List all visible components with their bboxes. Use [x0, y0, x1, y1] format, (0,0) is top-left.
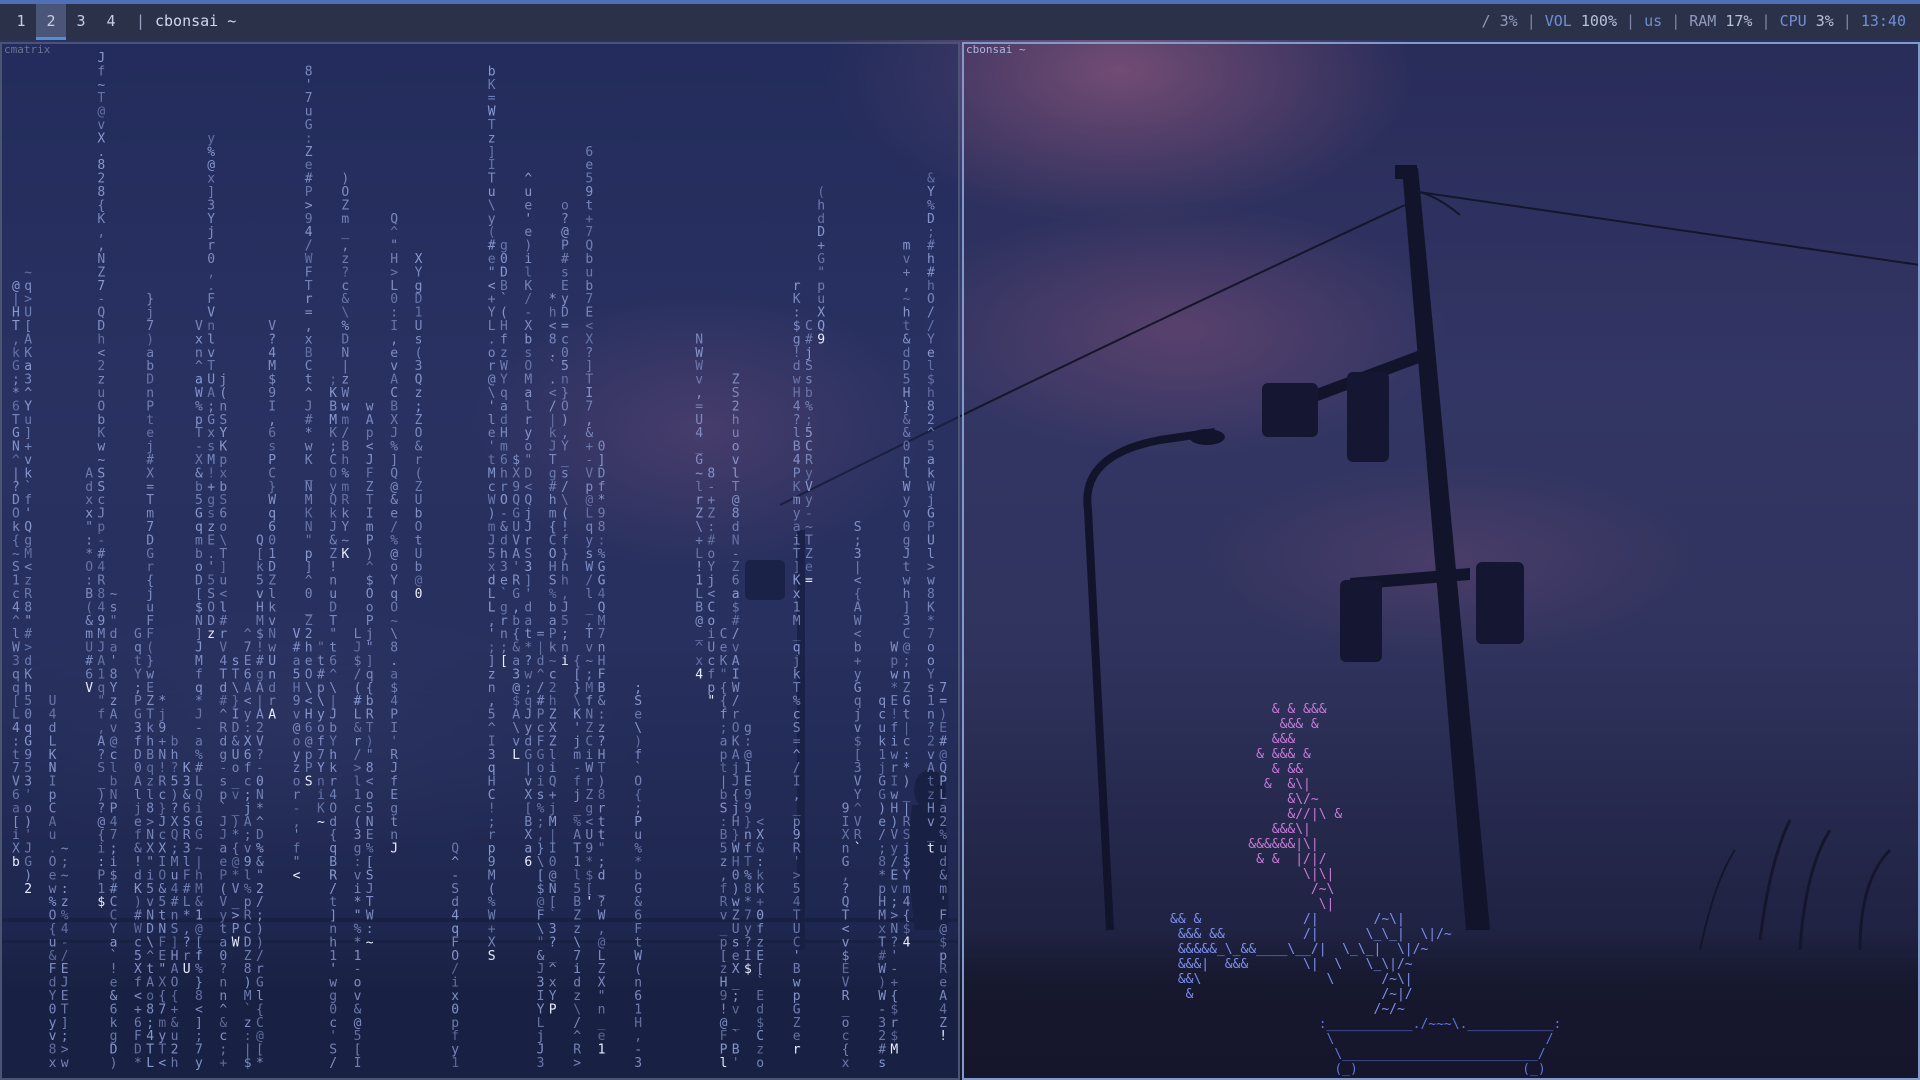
matrix-glyph: "	[707, 694, 715, 709]
matrix-glyph: x	[842, 1056, 850, 1071]
matrix-glyph: s	[878, 1056, 886, 1071]
matrix-rain: @|HT,kG;*6TGN^|?DOk{~S1c4^lW3qq[L4:t7V6a…	[12, 51, 947, 1071]
bonsai-leaves: & & &&& &&& & &&& & &&& & & && & &\| &\/…	[1248, 702, 1343, 912]
matrix-glyph: 9	[817, 332, 825, 347]
matrix-glyph: $	[97, 895, 105, 910]
ram-value: 17%	[1725, 12, 1753, 30]
status-bar: 1 2 3 4 | cbonsai ~ / 3% | VOL 100% | us…	[0, 0, 1920, 40]
matrix-glyph: M	[890, 1043, 898, 1058]
system-status: / 3% | VOL 100% | us | RAM 17% | CPU 3% …	[1481, 12, 1906, 30]
matrix-glyph: y	[195, 1056, 203, 1071]
cmatrix-window[interactable]: cmatrix @ | H T, k G; * 6 T G N ^ |? D Ok{~ S 1 c 4 ^ l W 3 q q[…	[0, 42, 960, 1080]
disk-usage: / 3%	[1481, 12, 1518, 30]
matrix-glyph: 3	[634, 1056, 642, 1071]
matrix-glyph: h	[171, 1056, 179, 1071]
workspace-3-button[interactable]: 3	[66, 4, 96, 40]
matrix-glyph: A	[268, 708, 276, 723]
matrix-glyph: z	[207, 627, 215, 642]
matrix-glyph: 1	[451, 1056, 459, 1071]
matrix-glyph: P	[549, 1002, 557, 1017]
matrix-glyph: K	[341, 547, 349, 562]
matrix-glyph: o	[756, 1056, 764, 1071]
matrix-glyph: ~	[366, 935, 374, 950]
matrix-glyph: !	[939, 1029, 947, 1044]
matrix-glyph: x	[49, 1056, 57, 1071]
matrix-glyph: J	[390, 842, 398, 857]
matrix-glyph: S	[488, 949, 496, 964]
workspace-1-button[interactable]: 1	[6, 4, 36, 40]
matrix-glyph: 0	[415, 587, 423, 602]
matrix-glyph: i	[561, 654, 569, 669]
matrix-glyph: $	[244, 1056, 252, 1071]
matrix-glyph: V	[85, 681, 93, 696]
matrix-glyph: '	[585, 895, 593, 910]
matrix-glyph: <	[158, 1056, 166, 1071]
matrix-glyph: L	[512, 748, 520, 763]
cpu-value: 3%	[1815, 12, 1834, 30]
matrix-glyph: S	[305, 775, 313, 790]
bonsai-pot: :___________./~~~\.___________: \ / \___…	[1318, 1017, 1562, 1077]
matrix-glyph: 4	[903, 935, 911, 950]
matrix-glyph: b	[12, 855, 20, 870]
matrix-glyph: r	[793, 1043, 801, 1058]
matrix-glyph: I	[354, 1056, 362, 1071]
matrix-glyph: 6	[524, 855, 532, 870]
matrix-glyph: =	[805, 574, 813, 589]
focused-window-title: cbonsai ~	[155, 12, 237, 30]
matrix-glyph: ~	[317, 815, 325, 830]
bonsai-ascii-art: & & &&& &&& & &&& & &&& & & && & &\| &\/…	[1170, 702, 1561, 1077]
matrix-glyph: *	[256, 1056, 264, 1071]
matrix-glyph: 2	[24, 882, 32, 897]
matrix-glyph: L	[146, 1056, 154, 1071]
window-title: cbonsai ~	[966, 43, 1026, 56]
volume-value[interactable]: 100%	[1581, 12, 1617, 30]
matrix-glyph: )	[110, 1056, 118, 1071]
matrix-glyph: 1	[598, 1043, 606, 1058]
matrix-glyph: <	[293, 868, 301, 883]
matrix-glyph: 4	[695, 667, 703, 682]
clock: 13:40	[1860, 12, 1906, 30]
matrix-glyph: +	[219, 1056, 227, 1071]
cpu-label: CPU	[1779, 12, 1807, 30]
bar-separator: |	[136, 12, 146, 30]
matrix-glyph: /	[329, 1056, 337, 1071]
matrix-glyph: >	[573, 1056, 581, 1071]
matrix-glyph: W	[232, 935, 240, 950]
matrix-glyph: w	[61, 1056, 69, 1071]
matrix-glyph: t	[927, 842, 935, 857]
matrix-glyph: [	[500, 654, 508, 669]
matrix-glyph: 3	[537, 1056, 545, 1071]
bonsai-trunk: && & /| /~\| &&& && /| \_\_| \|/~ &&&&&_…	[1170, 912, 1452, 1017]
matrix-glyph: l	[720, 1056, 728, 1071]
matrix-glyph: '	[732, 1056, 740, 1071]
volume-label: VOL	[1544, 12, 1572, 30]
matrix-glyph: `	[854, 842, 862, 857]
workspace-4-button[interactable]: 4	[96, 4, 126, 40]
workspace-2-button[interactable]: 2	[36, 4, 66, 40]
matrix-glyph: *	[134, 1056, 142, 1071]
keyboard-layout[interactable]: us	[1644, 12, 1662, 30]
matrix-glyph: $	[744, 962, 752, 977]
matrix-glyph: U	[183, 962, 191, 977]
ram-label: RAM	[1689, 12, 1717, 30]
